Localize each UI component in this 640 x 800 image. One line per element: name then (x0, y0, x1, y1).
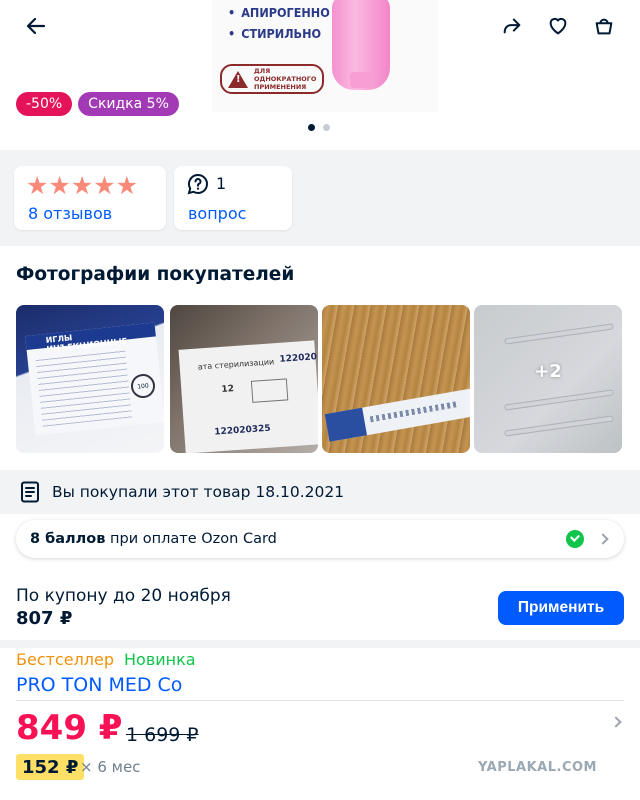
question-bubble-icon (187, 173, 208, 195)
back-arrow-icon[interactable] (18, 8, 54, 44)
installment-term: × 6 мес (80, 758, 141, 776)
product-badges: -50% Скидка 5% (16, 92, 179, 116)
section-separator (0, 640, 640, 648)
product-image[interactable]: АПИРОГЕННО СТИРИЛЬНО ДЛЯ ОДНОКРАТНОГО ПР… (212, 0, 438, 112)
old-price: 1 699 ₽ (126, 724, 199, 746)
ozon-card-text: 8 баллов при оплате Ozon Card (30, 531, 277, 547)
questions-link[interactable]: вопрос (188, 204, 246, 223)
package-label-image: ата стерилизации 122020 12 122020325 (178, 340, 318, 453)
check-icon (566, 530, 584, 548)
cart-icon[interactable] (586, 8, 622, 44)
customer-photo[interactable] (322, 305, 470, 453)
watermark-logo: YAPLAKAL.COM (478, 760, 597, 775)
bullet-sterile: СТИРИЛЬНО (228, 23, 330, 44)
expiry-code: 122020325 (214, 423, 271, 438)
purchase-history-note: Вы покупали этот товар 18.10.2021 (0, 470, 640, 514)
installment-amount[interactable]: 152 ₽ (16, 754, 85, 780)
barcode-sticker (250, 378, 289, 403)
questions-count: 1 (216, 174, 227, 193)
new-tag: Новинка (124, 650, 196, 669)
chevron-right-icon (597, 533, 609, 545)
package-count: 100 (129, 372, 157, 400)
more-photos-count: +2 (534, 361, 562, 382)
share-icon[interactable] (494, 8, 530, 44)
product-page: АПИРОГЕННО СТИРИЛЬНО ДЛЯ ОДНОКРАТНОГО ПР… (0, 0, 640, 800)
coupon-text: По купону до 20 ноября (16, 586, 231, 606)
chevron-right-icon[interactable] (610, 716, 622, 728)
reviews-link[interactable]: 8 отзывов (28, 204, 112, 223)
current-price: 849 ₽ (16, 708, 123, 748)
lot-number: 12 (221, 384, 235, 395)
discount-badge: -50% (16, 92, 73, 116)
product-image-bullets: АПИРОГЕННО СТИРИЛЬНО (228, 2, 330, 44)
purchase-note-text: Вы покупали этот товар 18.10.2021 (52, 483, 345, 501)
promo-badge: Скидка 5% (78, 92, 179, 116)
ozon-card-points-banner[interactable]: 8 баллов при оплате Ozon Card (16, 520, 624, 558)
single-use-text: ДЛЯ ОДНОКРАТНОГО ПРИМЕНЕНИЯ (254, 67, 317, 91)
customer-photo[interactable]: ата стерилизации 122020 12 122020325 (170, 305, 318, 453)
syringe-package-image (324, 388, 470, 442)
ozon-card-caption: при оплате Ozon Card (105, 531, 277, 547)
customer-photos-title: Фотографии покупателей (16, 264, 295, 285)
points-amount: 8 баллов (30, 531, 106, 547)
reviews-strip: ★★★★★ 8 отзывов 1 вопрос (0, 150, 640, 246)
image-pager (308, 124, 330, 131)
single-use-label: ДЛЯ ОДНОКРАТНОГО ПРИМЕНЕНИЯ (220, 64, 324, 94)
product-header: АПИРОГЕННО СТИРИЛЬНО ДЛЯ ОДНОКРАТНОГО ПР… (0, 0, 640, 140)
questions-card[interactable]: 1 вопрос (174, 166, 292, 230)
rating-card[interactable]: ★★★★★ 8 отзывов (14, 166, 166, 230)
rating-stars: ★★★★★ (26, 171, 139, 200)
pager-dot-active[interactable] (308, 124, 315, 131)
pager-dot[interactable] (323, 124, 330, 131)
sterilization-label: ата стерилизации (197, 357, 275, 372)
warning-icon (228, 70, 248, 88)
customer-photo-more[interactable]: +2 (474, 305, 622, 453)
needle-hub-image (332, 0, 390, 90)
bestseller-tag: Бестселлер (16, 650, 115, 669)
apply-coupon-button[interactable]: Применить (498, 591, 624, 625)
bullet-apyrogenic: АПИРОГЕННО (228, 2, 330, 23)
brand-link[interactable]: PRO TON MED Co (16, 674, 182, 696)
coupon-price: 807 ₽ (16, 608, 73, 629)
receipt-icon (21, 481, 39, 503)
divider (16, 700, 624, 701)
customer-photo[interactable]: ИГЛЫ ИНЪЕКЦИОННЫЕ 100 (16, 305, 164, 453)
sterilization-code: 122020 (279, 352, 318, 365)
needle-package-image: ИГЛЫ ИНЪЕКЦИОННЫЕ 100 (25, 322, 164, 436)
heart-icon[interactable] (540, 8, 576, 44)
